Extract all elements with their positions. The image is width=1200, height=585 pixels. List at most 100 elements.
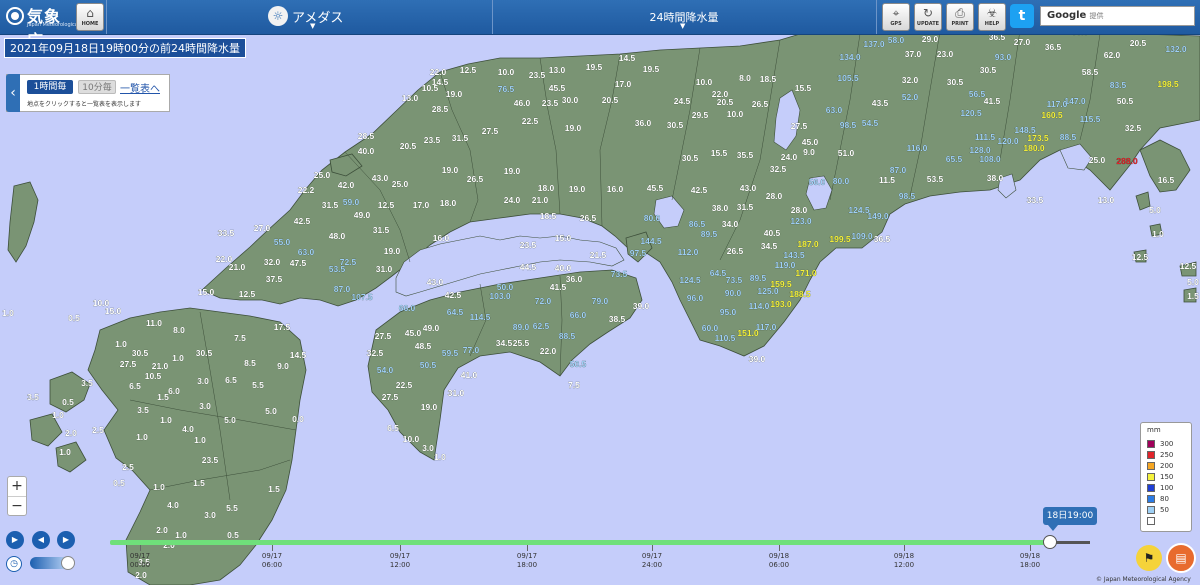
station-value[interactable]: 31.5 [452,133,469,143]
station-value[interactable]: 120.0 [997,136,1019,146]
station-value[interactable]: 21.0 [229,262,246,272]
station-value[interactable]: 111.5 [975,132,996,142]
step-back-button[interactable]: ◀ [32,531,50,549]
station-value[interactable]: 5.5 [226,503,238,513]
station-value[interactable]: 10.5 [145,371,162,381]
station-value[interactable]: 1.0 [172,353,184,363]
station-value[interactable]: 17.0 [615,79,632,89]
station-value[interactable]: 36.0 [566,274,583,284]
station-value[interactable]: 2.0 [65,428,77,438]
station-value[interactable]: 3.5 [81,378,93,388]
station-value[interactable]: 5.0 [265,406,277,416]
station-value[interactable]: 33.5 [218,228,235,238]
station-value[interactable]: 79.0 [592,296,609,306]
station-value[interactable]: 9.0 [277,361,289,371]
station-value[interactable]: 59.5 [442,348,459,358]
station-value[interactable]: 98.5 [899,191,916,201]
station-value[interactable]: 26.5 [727,246,744,256]
station-value[interactable]: 11.5 [879,175,896,185]
station-value[interactable]: 28.0 [766,191,783,201]
station-value[interactable]: 112.0 [677,247,699,257]
station-value[interactable]: 64.5 [710,268,727,278]
station-value[interactable]: 31.5 [373,225,390,235]
station-value[interactable]: 10.0 [727,109,744,119]
station-value[interactable]: 10.0 [696,77,713,87]
station-value[interactable]: 22.5 [396,380,413,390]
station-value[interactable]: 18.0 [538,183,555,193]
station-value[interactable]: 83.5 [1110,80,1127,90]
station-value[interactable]: 25.0 [1089,155,1106,165]
station-value[interactable]: 23.5 [542,98,559,108]
station-value[interactable]: 24.0 [504,195,521,205]
station-value[interactable]: 19.0 [384,246,401,256]
station-value[interactable]: 25.0 [392,179,409,189]
station-value[interactable]: 143.5 [783,250,805,260]
station-value[interactable]: 56.0 [809,177,826,187]
station-value[interactable]: 73.5 [726,275,743,285]
station-value[interactable]: 30.0 [562,95,579,105]
station-value[interactable]: 28.5 [358,131,375,141]
station-value[interactable]: 4.0 [182,424,194,434]
station-value[interactable]: 123.0 [790,216,812,226]
station-value[interactable]: 23.5 [529,70,546,80]
home-button[interactable]: ⌂ HOME [76,3,104,31]
station-value[interactable]: 115.5 [1079,114,1101,124]
station-value[interactable]: 116.0 [906,143,928,153]
station-value[interactable]: 151.0 [737,328,759,338]
station-value[interactable]: 76.5 [498,84,515,94]
station-value[interactable]: 93.0 [995,52,1012,62]
station-value[interactable]: 24.5 [674,96,691,106]
station-value[interactable]: 62.5 [533,321,550,331]
station-value[interactable]: 19.0 [421,402,438,412]
station-value[interactable]: 41.5 [984,96,1001,106]
station-value[interactable]: 22.0 [430,67,447,77]
station-value[interactable]: 12.5 [1180,261,1197,271]
station-value[interactable]: 27.5 [382,392,399,402]
station-value[interactable]: 119.0 [774,260,796,270]
twitter-icon[interactable]: t [1010,4,1034,28]
station-value[interactable]: 19.0 [565,123,582,133]
station-value[interactable]: 23.5 [202,455,219,465]
station-value[interactable]: 32.5 [367,348,384,358]
station-value[interactable]: 89.5 [750,273,767,283]
station-value[interactable]: 193.0 [770,299,792,309]
station-value[interactable]: 3.0 [199,401,211,411]
station-value[interactable]: 17.5 [274,322,291,332]
station-value[interactable]: 21.0 [532,195,549,205]
station-value[interactable]: 40.0 [555,263,572,273]
station-value[interactable]: 10.0 [498,67,515,77]
station-value[interactable]: 13.0 [1098,195,1115,205]
station-value[interactable]: 37.0 [905,49,922,59]
station-value[interactable]: 15.0 [555,233,572,243]
station-value[interactable]: 58.5 [1082,67,1099,77]
station-value[interactable]: 6.0 [168,386,180,396]
station-value[interactable]: 49.0 [423,323,440,333]
station-value[interactable]: 171.0 [795,268,817,278]
station-value[interactable]: 50.0 [497,282,514,292]
station-value[interactable]: 8.5 [244,358,256,368]
station-value[interactable]: 199.5 [829,234,851,244]
station-value[interactable]: 1.0 [194,435,206,445]
station-value[interactable]: 22.2 [298,185,315,195]
station-value[interactable]: 38.0 [712,203,729,213]
station-value[interactable]: 43.0 [740,183,757,193]
station-value[interactable]: 98.5 [840,120,857,130]
station-value[interactable]: 14.5 [619,53,636,63]
station-value[interactable]: 88.5 [559,331,576,341]
station-value[interactable]: 107.5 [351,292,373,302]
station-value[interactable]: 147.0 [1064,96,1086,106]
station-value[interactable]: 24.0 [781,152,798,162]
station-value[interactable]: 80.0 [644,213,661,223]
station-value[interactable]: 60.0 [702,323,719,333]
station-value[interactable]: 20.5 [602,95,619,105]
station-value[interactable]: 120.5 [960,108,982,118]
search-input[interactable]: Google 提供 [1040,6,1195,26]
station-value[interactable]: 45.5 [647,183,664,193]
station-value[interactable]: 62.0 [1104,50,1121,60]
collapse-panel-button[interactable]: ‹ [6,74,20,112]
station-value[interactable]: 28.5 [432,104,449,114]
station-value[interactable]: 2.5 [92,425,104,435]
station-value[interactable]: 86.5 [689,219,706,229]
station-value[interactable]: 26.5 [467,174,484,184]
station-value[interactable]: 12.5 [460,65,477,75]
